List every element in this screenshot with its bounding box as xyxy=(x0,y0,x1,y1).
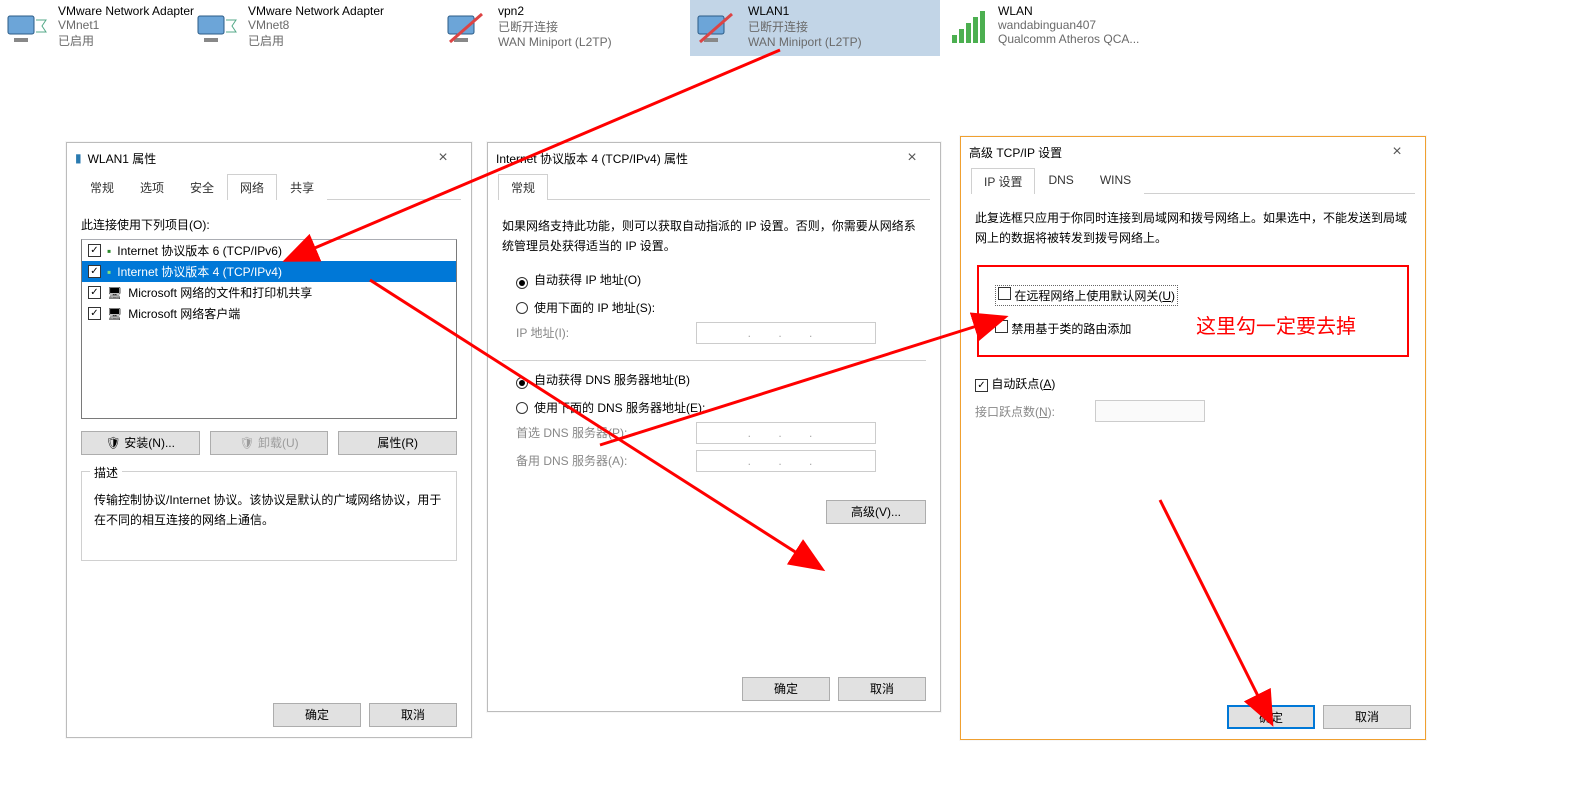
checkbox[interactable] xyxy=(995,320,1008,333)
tab-general[interactable]: 常规 xyxy=(498,174,548,200)
tab-sharing[interactable]: 共享 xyxy=(277,174,327,200)
intro-text: 如果网络支持此功能，则可以获取自动指派的 IP 设置。否则，你需要从网络系统管理… xyxy=(502,216,926,257)
adapter-wlan1[interactable]: WLAN1 已断开连接 WAN Miniport (L2TP) xyxy=(690,0,940,56)
network-adapters-row: VMware Network Adapter VMnet1 已启用 VMware… xyxy=(0,0,1190,56)
adapter-wlan[interactable]: WLAN wandabinguan407 Qualcomm Atheros QC… xyxy=(940,0,1190,56)
wlan1-properties-dialog: ▮ WLAN1 属性 × 常规 选项 安全 网络 共享 此连接使用下列项目(O)… xyxy=(66,142,472,738)
description-group: 描述 传输控制协议/Internet 协议。该协议是默认的广域网络协议，用于在不… xyxy=(81,471,457,561)
checkbox[interactable] xyxy=(998,287,1011,300)
tab-security[interactable]: 安全 xyxy=(177,174,227,200)
checkbox-auto-metric[interactable]: 自动跃点(A) xyxy=(975,375,1411,393)
ipv4-properties-dialog: Internet 协议版本 4 (TCP/IPv4) 属性 × 常规 如果网络支… xyxy=(487,142,941,712)
dns1-input: . . . xyxy=(696,422,876,444)
list-item: 🖥Microsoft 网络的文件和打印机共享 xyxy=(82,282,456,303)
tab-dns[interactable]: DNS xyxy=(1035,168,1086,194)
signal-bars-icon xyxy=(944,4,992,52)
checkbox[interactable] xyxy=(975,379,988,392)
ok-button[interactable]: 确定 xyxy=(742,677,830,701)
list-item: 🖥Microsoft 网络客户端 xyxy=(82,303,456,324)
uninstall-button: 🛡 卸载(U) xyxy=(210,431,329,455)
cancel-button[interactable]: 取消 xyxy=(1323,705,1411,729)
checkbox[interactable] xyxy=(88,286,101,299)
adapter-icon xyxy=(444,4,492,52)
radio-manual-ip[interactable]: 使用下面的 IP 地址(S): xyxy=(516,299,926,316)
install-button[interactable]: 🛡 安装(N)... xyxy=(81,431,200,455)
description-text: 传输控制协议/Internet 协议。该协议是默认的广域网络协议，用于在不同的相… xyxy=(94,490,444,531)
radio-auto-dns[interactable]: 自动获得 DNS 服务器地址(B) xyxy=(516,371,926,389)
intro-text: 此复选框只应用于你同时连接到局域网和拨号网络上。如果选中，不能发送到局域网上的数… xyxy=(975,208,1411,249)
list-item: ▪Internet 协议版本 6 (TCP/IPv6) xyxy=(82,240,456,261)
hop-label: 接口跃点数(N): xyxy=(975,403,1085,420)
dialog-title: 高级 TCP/IP 设置 xyxy=(969,144,1377,161)
cancel-button[interactable]: 取消 xyxy=(369,703,457,727)
tab-wins[interactable]: WINS xyxy=(1087,168,1144,194)
tab-options[interactable]: 选项 xyxy=(127,174,177,200)
annotation-text: 这里勾一定要去掉 xyxy=(1196,310,1356,339)
hop-count-input xyxy=(1095,400,1205,422)
tab-ip-settings[interactable]: IP 设置 xyxy=(971,168,1035,194)
close-icon[interactable]: × xyxy=(892,149,932,167)
dialog-title: Internet 协议版本 4 (TCP/IPv4) 属性 xyxy=(496,150,892,167)
adapter-icon xyxy=(694,4,742,52)
radio-auto-ip[interactable]: 自动获得 IP 地址(O) xyxy=(516,271,926,289)
checkbox[interactable] xyxy=(88,265,101,278)
properties-button[interactable]: 属性(R) xyxy=(338,431,457,455)
close-icon[interactable]: × xyxy=(423,149,463,167)
dns2-input: . . . xyxy=(696,450,876,472)
tabs: 常规 选项 安全 网络 共享 xyxy=(77,173,461,200)
checkbox[interactable] xyxy=(88,307,101,320)
list-label: 此连接使用下列项目(O): xyxy=(81,216,457,233)
tab-network[interactable]: 网络 xyxy=(227,174,277,200)
list-item-selected: ▪Internet 协议版本 4 (TCP/IPv4) xyxy=(82,261,456,282)
radio-manual-dns[interactable]: 使用下面的 DNS 服务器地址(E): xyxy=(516,399,926,416)
ip-group: 自动获得 IP 地址(O) 使用下面的 IP 地址(S): IP 地址(I):.… xyxy=(502,271,926,361)
adapter-icon xyxy=(194,4,242,52)
close-icon[interactable]: × xyxy=(1377,143,1417,161)
adapter-vmnet8[interactable]: VMware Network Adapter VMnet8 已启用 xyxy=(190,0,440,56)
adapter-vmnet1[interactable]: VMware Network Adapter VMnet1 已启用 xyxy=(0,0,190,56)
ip-address-input: . . . xyxy=(696,322,876,344)
tab-general[interactable]: 常规 xyxy=(77,174,127,200)
cancel-button[interactable]: 取消 xyxy=(838,677,926,701)
advanced-button[interactable]: 高级(V)... xyxy=(826,500,926,524)
wifi-icon: ▮ xyxy=(75,151,82,165)
checkbox[interactable] xyxy=(88,244,101,257)
advanced-tcpip-dialog: 高级 TCP/IP 设置 × IP 设置 DNS WINS 此复选框只应用于你同… xyxy=(960,136,1426,740)
dialog-title: WLAN1 属性 xyxy=(88,150,423,167)
adapter-icon xyxy=(4,4,52,52)
ok-button[interactable]: 确定 xyxy=(1227,705,1315,729)
checkbox-remote-gateway[interactable]: 在远程网络上使用默认网关(U) xyxy=(995,285,1178,306)
adapter-title: VMware Network Adapter xyxy=(58,4,194,18)
components-listbox[interactable]: ▪Internet 协议版本 6 (TCP/IPv6) ▪Internet 协议… xyxy=(81,239,457,419)
adapter-vpn2[interactable]: vpn2 已断开连接 WAN Miniport (L2TP) xyxy=(440,0,690,56)
ok-button[interactable]: 确定 xyxy=(273,703,361,727)
